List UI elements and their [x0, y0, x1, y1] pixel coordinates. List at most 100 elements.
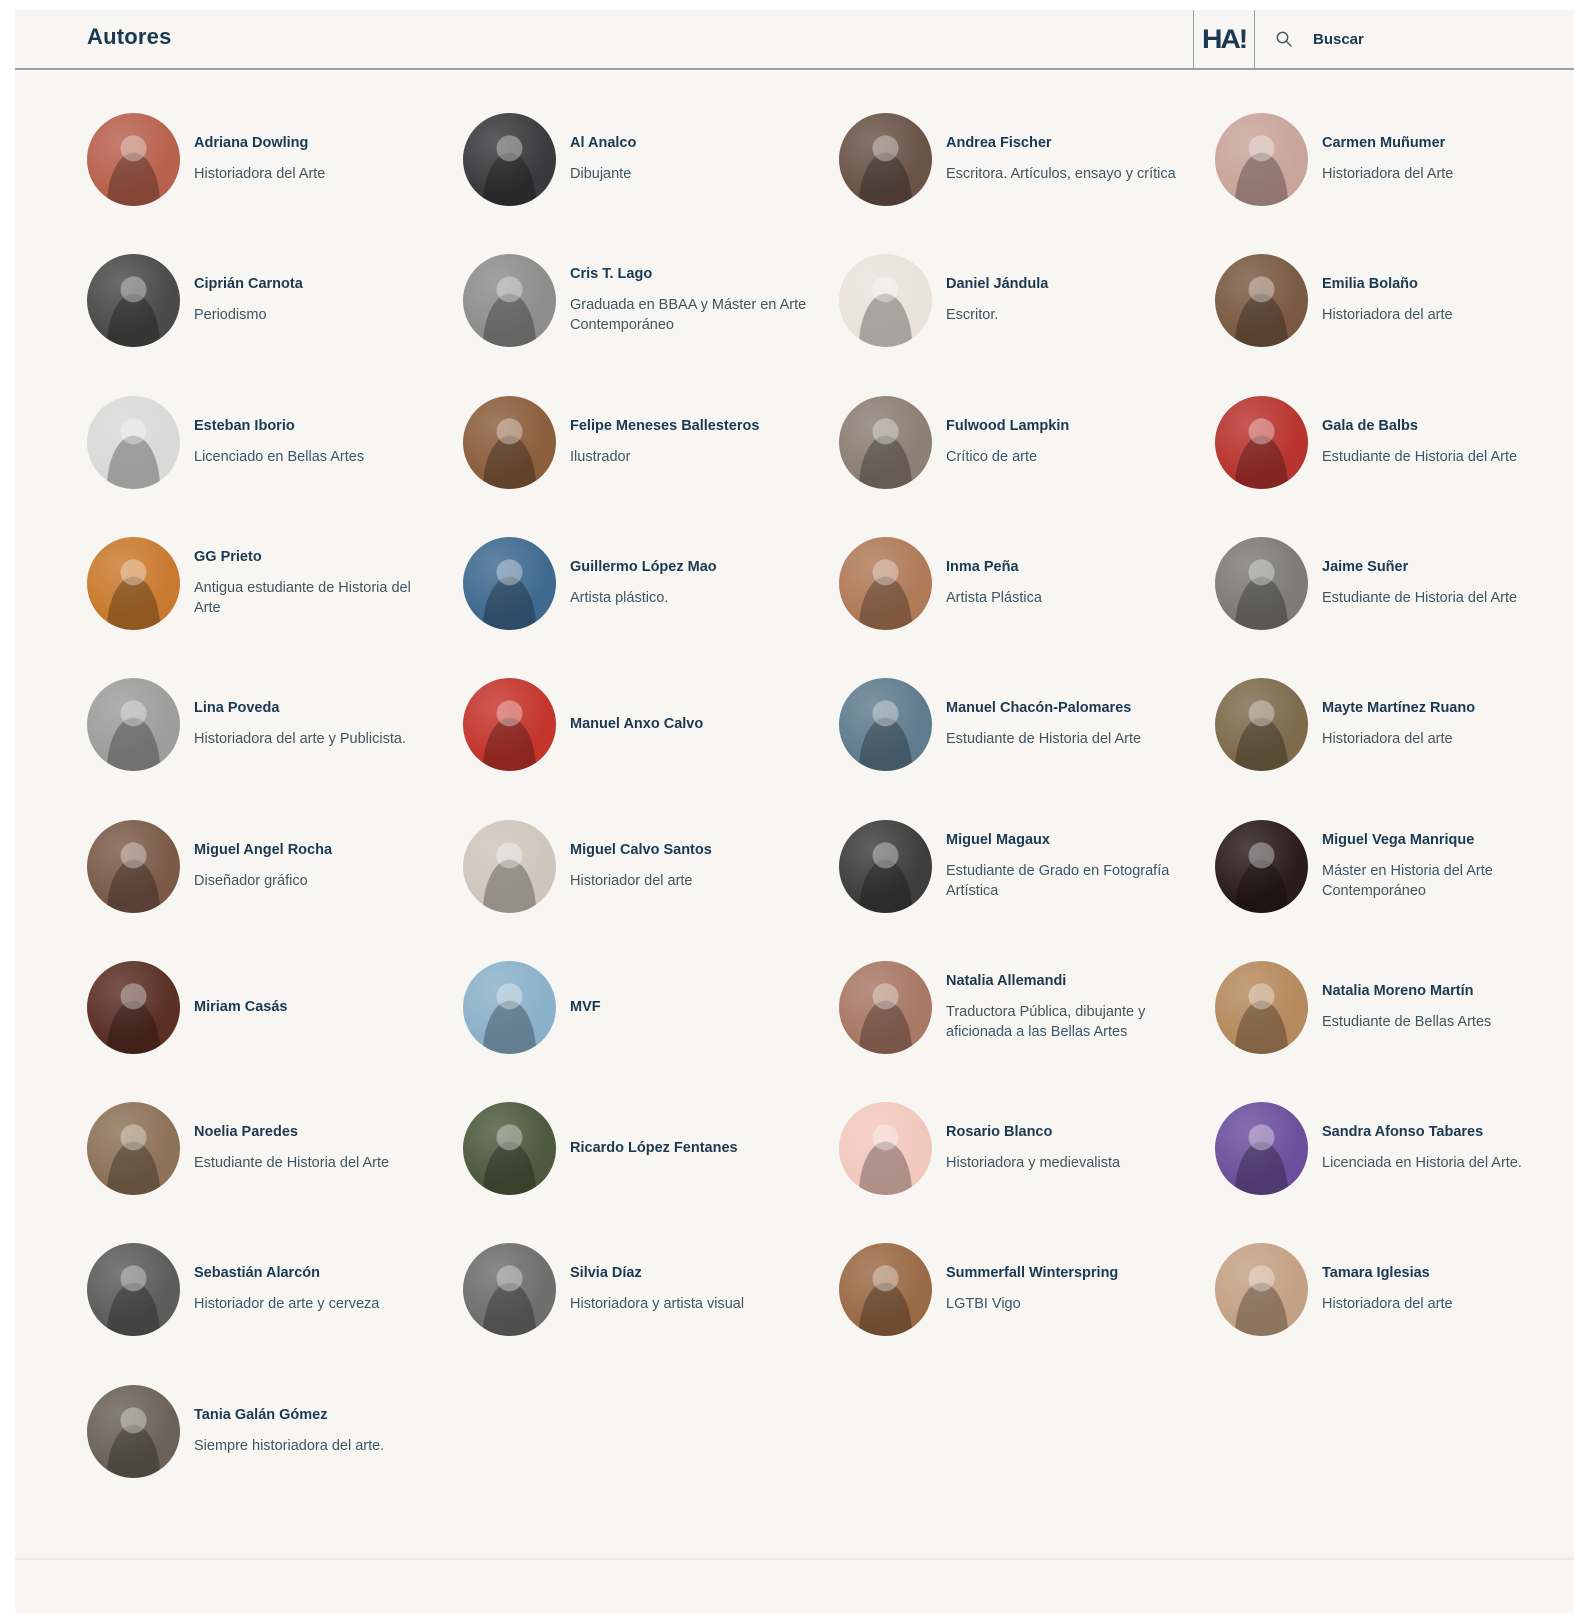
author-name-link[interactable]: Emilia Bolaño	[1322, 275, 1562, 294]
author-card[interactable]: Miguel Angel Rocha Diseñador gráfico	[87, 819, 447, 913]
author-card[interactable]: Gala de Balbs Estudiante de Historia del …	[1215, 395, 1574, 489]
author-avatar[interactable]	[87, 1101, 180, 1195]
author-avatar[interactable]	[87, 960, 180, 1054]
author-avatar[interactable]	[463, 253, 556, 347]
author-card[interactable]: Lina Poveda Historiadora del arte y Publi…	[87, 677, 447, 771]
author-card[interactable]: Felipe Meneses Ballesteros Ilustrador	[463, 395, 823, 489]
author-card[interactable]: Miguel Vega Manrique Máster en Historia d…	[1215, 819, 1574, 913]
author-name-link[interactable]: Guillermo López Mao	[570, 558, 810, 577]
author-name-link[interactable]: Fulwood Lampkin	[946, 417, 1186, 436]
author-name-link[interactable]: Summerfall Winterspring	[946, 1264, 1186, 1283]
search-button[interactable]: Buscar	[1275, 26, 1364, 52]
author-avatar[interactable]	[463, 819, 556, 913]
author-card[interactable]: Tamara Iglesias Historiadora del arte	[1215, 1242, 1574, 1336]
author-name-link[interactable]: Carmen Muñumer	[1322, 134, 1562, 153]
author-avatar[interactable]	[1215, 677, 1308, 771]
author-card[interactable]: Noelia Paredes Estudiante de Historia del…	[87, 1101, 447, 1195]
site-logo[interactable]: HA!	[1193, 10, 1255, 68]
author-card[interactable]: Andrea Fischer Escritora. Artículos, ensa…	[839, 112, 1199, 206]
author-avatar[interactable]	[87, 536, 180, 630]
author-card[interactable]: Daniel Jándula Escritor.	[839, 253, 1199, 347]
author-card[interactable]: Ciprián Carnota Periodismo	[87, 253, 447, 347]
author-avatar[interactable]	[1215, 536, 1308, 630]
author-card[interactable]: GG Prieto Antigua estudiante de Historia …	[87, 536, 447, 630]
author-name-link[interactable]: Silvia Díaz	[570, 1264, 810, 1283]
author-card[interactable]: Rosario Blanco Historiadora y medievalist…	[839, 1101, 1199, 1195]
author-avatar[interactable]	[1215, 112, 1308, 206]
author-avatar[interactable]	[1215, 395, 1308, 489]
author-avatar[interactable]	[839, 819, 932, 913]
author-avatar[interactable]	[839, 536, 932, 630]
author-card[interactable]: Miguel Magaux Estudiante de Grado en Foto…	[839, 819, 1199, 913]
author-card[interactable]: Cris T. Lago Graduada en BBAA y Máster en…	[463, 253, 823, 347]
author-name-link[interactable]: Sebastián Alarcón	[194, 1264, 434, 1283]
author-name-link[interactable]: Manuel Chacón-Palomares	[946, 699, 1186, 718]
author-avatar[interactable]	[1215, 960, 1308, 1054]
author-name-link[interactable]: Natalia Allemandi	[946, 972, 1186, 991]
author-card[interactable]: Adriana Dowling Historiadora del Arte	[87, 112, 447, 206]
author-name-link[interactable]: Miguel Angel Rocha	[194, 841, 434, 860]
author-card[interactable]: Esteban Iborio Licenciado en Bellas Artes	[87, 395, 447, 489]
author-name-link[interactable]: Miguel Calvo Santos	[570, 841, 810, 860]
author-name-link[interactable]: Jaime Suñer	[1322, 558, 1562, 577]
author-card[interactable]: Miguel Calvo Santos Historiador del arte	[463, 819, 823, 913]
author-name-link[interactable]: Miriam Casás	[194, 998, 434, 1017]
author-name-link[interactable]: Ciprián Carnota	[194, 275, 434, 294]
author-name-link[interactable]: Esteban Iborio	[194, 417, 434, 436]
author-name-link[interactable]: Adriana Dowling	[194, 134, 434, 153]
author-card[interactable]: Natalia Allemandi Traductora Pública, dib…	[839, 960, 1199, 1054]
author-name-link[interactable]: Felipe Meneses Ballesteros	[570, 417, 810, 436]
author-name-link[interactable]: GG Prieto	[194, 548, 434, 567]
author-card[interactable]: Miriam Casás	[87, 960, 447, 1054]
author-name-link[interactable]: Miguel Vega Manrique	[1322, 831, 1562, 850]
author-avatar[interactable]	[87, 1242, 180, 1336]
author-avatar[interactable]	[463, 112, 556, 206]
author-card[interactable]: Sandra Afonso Tabares Licenciada en Histo…	[1215, 1101, 1574, 1195]
author-avatar[interactable]	[87, 253, 180, 347]
author-card[interactable]: Al Analco Dibujante	[463, 112, 823, 206]
author-name-link[interactable]: Manuel Anxo Calvo	[570, 715, 810, 734]
author-name-link[interactable]: Al Analco	[570, 134, 810, 153]
author-avatar[interactable]	[87, 112, 180, 206]
author-card[interactable]: Silvia Díaz Historiadora y artista visual	[463, 1242, 823, 1336]
author-avatar[interactable]	[1215, 819, 1308, 913]
author-name-link[interactable]: Noelia Paredes	[194, 1123, 434, 1142]
author-avatar[interactable]	[839, 253, 932, 347]
author-name-link[interactable]: Tania Galán Gómez	[194, 1406, 434, 1425]
author-card[interactable]: Tania Galán Gómez Siempre historiadora de…	[87, 1384, 447, 1478]
author-avatar[interactable]	[87, 819, 180, 913]
author-card[interactable]: Summerfall Winterspring LGTBI Vigo	[839, 1242, 1199, 1336]
author-card[interactable]: Mayte Martínez Ruano Historiadora del art…	[1215, 677, 1574, 771]
author-avatar[interactable]	[1215, 253, 1308, 347]
author-name-link[interactable]: Lina Poveda	[194, 699, 434, 718]
author-card[interactable]: Ricardo López Fentanes	[463, 1101, 823, 1195]
author-avatar[interactable]	[87, 677, 180, 771]
author-name-link[interactable]: Gala de Balbs	[1322, 417, 1562, 436]
author-name-link[interactable]: MVF	[570, 998, 810, 1017]
author-avatar[interactable]	[463, 1101, 556, 1195]
author-avatar[interactable]	[87, 395, 180, 489]
author-avatar[interactable]	[839, 677, 932, 771]
author-avatar[interactable]	[839, 1101, 932, 1195]
author-name-link[interactable]: Andrea Fischer	[946, 134, 1186, 153]
author-name-link[interactable]: Inma Peña	[946, 558, 1186, 577]
author-avatar[interactable]	[463, 536, 556, 630]
author-avatar[interactable]	[839, 960, 932, 1054]
author-card[interactable]: Carmen Muñumer Historiadora del Arte	[1215, 112, 1574, 206]
author-name-link[interactable]: Ricardo López Fentanes	[570, 1139, 810, 1158]
author-card[interactable]: Inma Peña Artista Plástica	[839, 536, 1199, 630]
author-card[interactable]: Natalia Moreno Martín Estudiante de Bella…	[1215, 960, 1574, 1054]
author-avatar[interactable]	[839, 112, 932, 206]
author-avatar[interactable]	[463, 960, 556, 1054]
author-name-link[interactable]: Tamara Iglesias	[1322, 1264, 1562, 1283]
author-card[interactable]: MVF	[463, 960, 823, 1054]
author-card[interactable]: Sebastián Alarcón Historiador de arte y c…	[87, 1242, 447, 1336]
author-name-link[interactable]: Miguel Magaux	[946, 831, 1186, 850]
author-name-link[interactable]: Cris T. Lago	[570, 265, 810, 284]
author-avatar[interactable]	[1215, 1101, 1308, 1195]
author-name-link[interactable]: Mayte Martínez Ruano	[1322, 699, 1562, 718]
author-card[interactable]: Fulwood Lampkin Crítico de arte	[839, 395, 1199, 489]
author-avatar[interactable]	[839, 1242, 932, 1336]
author-avatar[interactable]	[839, 395, 932, 489]
author-card[interactable]: Emilia Bolaño Historiadora del arte	[1215, 253, 1574, 347]
